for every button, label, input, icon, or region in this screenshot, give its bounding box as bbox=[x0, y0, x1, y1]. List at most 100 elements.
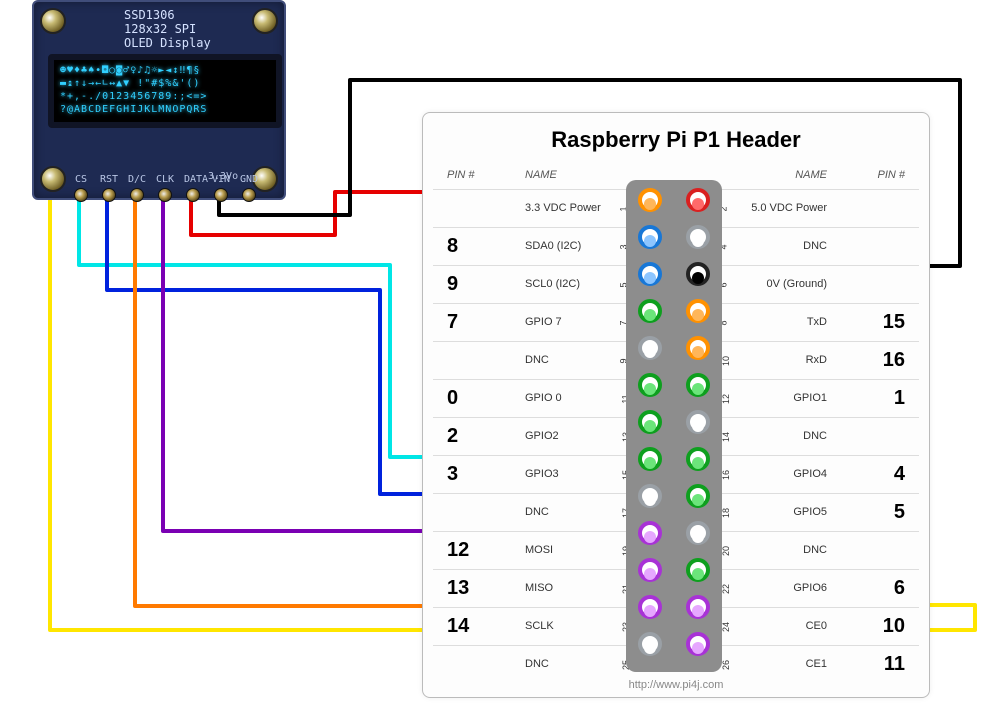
oled-screen: ☻♥♦♣♠•◘○◙♂♀♪♫☼►◄↕‼¶§ ▬↨↑↓→←∟↔▲▼ !"#$%&'(… bbox=[48, 54, 282, 128]
pin-name-right: CE1 bbox=[806, 658, 827, 670]
raw-pin-right: 18 bbox=[721, 508, 731, 518]
physical-pin bbox=[638, 521, 662, 545]
pin-label: D/C bbox=[128, 174, 146, 185]
wiringpi-num-left: 8 bbox=[447, 235, 458, 258]
wiringpi-num-right: 16 bbox=[883, 349, 905, 372]
pin-pair bbox=[626, 484, 722, 508]
physical-pin bbox=[686, 484, 710, 508]
mount-hole-icon bbox=[40, 166, 66, 192]
pin-name-left: SCLK bbox=[525, 620, 554, 632]
col-pin-right: PIN # bbox=[877, 169, 905, 181]
pin-name-left: GPIO3 bbox=[525, 468, 559, 480]
physical-pin bbox=[638, 595, 662, 619]
physical-pin bbox=[686, 521, 710, 545]
pin-name-right: DNC bbox=[803, 430, 827, 442]
pin-pair bbox=[626, 299, 722, 323]
header-title: Raspberry Pi P1 Header bbox=[423, 127, 929, 153]
pin-name-left: GPIO2 bbox=[525, 430, 559, 442]
pin-name-right: 0V (Ground) bbox=[766, 278, 827, 290]
physical-pin bbox=[686, 595, 710, 619]
wiringpi-num-left: 2 bbox=[447, 425, 458, 448]
pin-hole-icon bbox=[186, 188, 200, 202]
col-pin-left: PIN # bbox=[447, 169, 475, 181]
pin-hole-icon bbox=[130, 188, 144, 202]
wiringpi-num-right: 5 bbox=[894, 501, 905, 524]
wiringpi-num-right: 6 bbox=[894, 577, 905, 600]
raw-pin-right: 24 bbox=[721, 622, 731, 632]
physical-pin bbox=[686, 262, 710, 286]
pin-label: VIN bbox=[212, 174, 230, 185]
module-pin-data: DATA bbox=[184, 174, 202, 202]
pin-pair bbox=[626, 336, 722, 360]
pin-name-left: MISO bbox=[525, 582, 553, 594]
pin-name-left: 3.3 VDC Power bbox=[525, 202, 601, 214]
raw-pin-right: 14 bbox=[721, 432, 731, 442]
wiringpi-num-right: 1 bbox=[894, 387, 905, 410]
pin-hole-icon bbox=[242, 188, 256, 202]
wiringpi-num-right: 15 bbox=[883, 311, 905, 334]
wiringpi-num-left: 9 bbox=[447, 273, 458, 296]
pin-name-right: DNC bbox=[803, 544, 827, 556]
raw-pin-right: 26 bbox=[721, 660, 731, 670]
physical-pin bbox=[638, 558, 662, 582]
pin-hole-icon bbox=[158, 188, 172, 202]
pin-name-left: DNC bbox=[525, 354, 549, 366]
pin-name-right: DNC bbox=[803, 240, 827, 252]
physical-pin bbox=[638, 447, 662, 471]
pin-pair bbox=[626, 410, 722, 434]
module-pin-rst: RST bbox=[100, 174, 118, 202]
col-name-right: NAME bbox=[795, 169, 827, 181]
wiringpi-num-right: 4 bbox=[894, 463, 905, 486]
pin-name-right: 5.0 VDC Power bbox=[751, 202, 827, 214]
raw-pin-right: 20 bbox=[721, 546, 731, 556]
raw-pin-right: 22 bbox=[721, 584, 731, 594]
wiringpi-num-left: 3 bbox=[447, 463, 458, 486]
wiringpi-num-left: 12 bbox=[447, 539, 469, 562]
physical-pin bbox=[638, 225, 662, 249]
wiringpi-num-left: 0 bbox=[447, 387, 458, 410]
mount-hole-icon bbox=[252, 8, 278, 34]
module-pin-gnd: GND bbox=[240, 174, 258, 202]
pin-pair bbox=[626, 373, 722, 397]
pin-pair bbox=[626, 447, 722, 471]
physical-pin bbox=[686, 373, 710, 397]
pin-name-left: SCL0 (I2C) bbox=[525, 278, 580, 290]
wiringpi-num-right: 10 bbox=[883, 615, 905, 638]
physical-pin bbox=[686, 299, 710, 323]
module-pin-clk: CLK bbox=[156, 174, 174, 202]
col-name-left: NAME bbox=[525, 169, 557, 181]
physical-pin bbox=[638, 632, 662, 656]
module-pin-vin: VIN bbox=[212, 174, 230, 202]
pin-pair bbox=[626, 262, 722, 286]
wiringpi-num-right: 11 bbox=[884, 653, 905, 676]
module-pinrow: CS RST D/C CLK DATA VIN GND bbox=[72, 174, 258, 202]
pin-pair bbox=[626, 225, 722, 249]
screen-content: ☻♥♦♣♠•◘○◙♂♀♪♫☼►◄↕‼¶§ ▬↨↑↓→←∟↔▲▼ !"#$%&'(… bbox=[54, 60, 276, 120]
pin-label: CLK bbox=[156, 174, 174, 185]
module-pin-dc: D/C bbox=[128, 174, 146, 202]
pin-label: GND bbox=[240, 174, 258, 185]
pin-name-right: GPIO4 bbox=[793, 468, 827, 480]
wiringpi-num-left: 13 bbox=[447, 577, 469, 600]
pin-pair bbox=[626, 632, 722, 656]
physical-pin bbox=[686, 558, 710, 582]
pin-name-right: GPIO6 bbox=[793, 582, 827, 594]
pin-name-left: DNC bbox=[525, 506, 549, 518]
module-title: SSD1306 128x32 SPIOLED Display bbox=[124, 8, 211, 50]
physical-pin bbox=[686, 632, 710, 656]
raw-pin-right: 10 bbox=[721, 356, 731, 366]
physical-pin bbox=[686, 188, 710, 212]
footer-link: http://www.pi4j.com bbox=[423, 679, 929, 691]
pin-name-right: GPIO5 bbox=[793, 506, 827, 518]
pin-pair bbox=[626, 521, 722, 545]
module-pin-cs: CS bbox=[72, 174, 90, 202]
pin-name-right: CE0 bbox=[806, 620, 827, 632]
pin-hole-icon bbox=[74, 188, 88, 202]
pin-name-right: RxD bbox=[806, 354, 827, 366]
oled-module: SSD1306 128x32 SPIOLED Display ☻♥♦♣♠•◘○◙… bbox=[32, 0, 286, 200]
physical-pin bbox=[686, 410, 710, 434]
physical-pin bbox=[638, 188, 662, 212]
pin-name-left: GPIO 7 bbox=[525, 316, 562, 328]
raw-pin-right: 16 bbox=[721, 470, 731, 480]
pin-name-left: MOSI bbox=[525, 544, 553, 556]
